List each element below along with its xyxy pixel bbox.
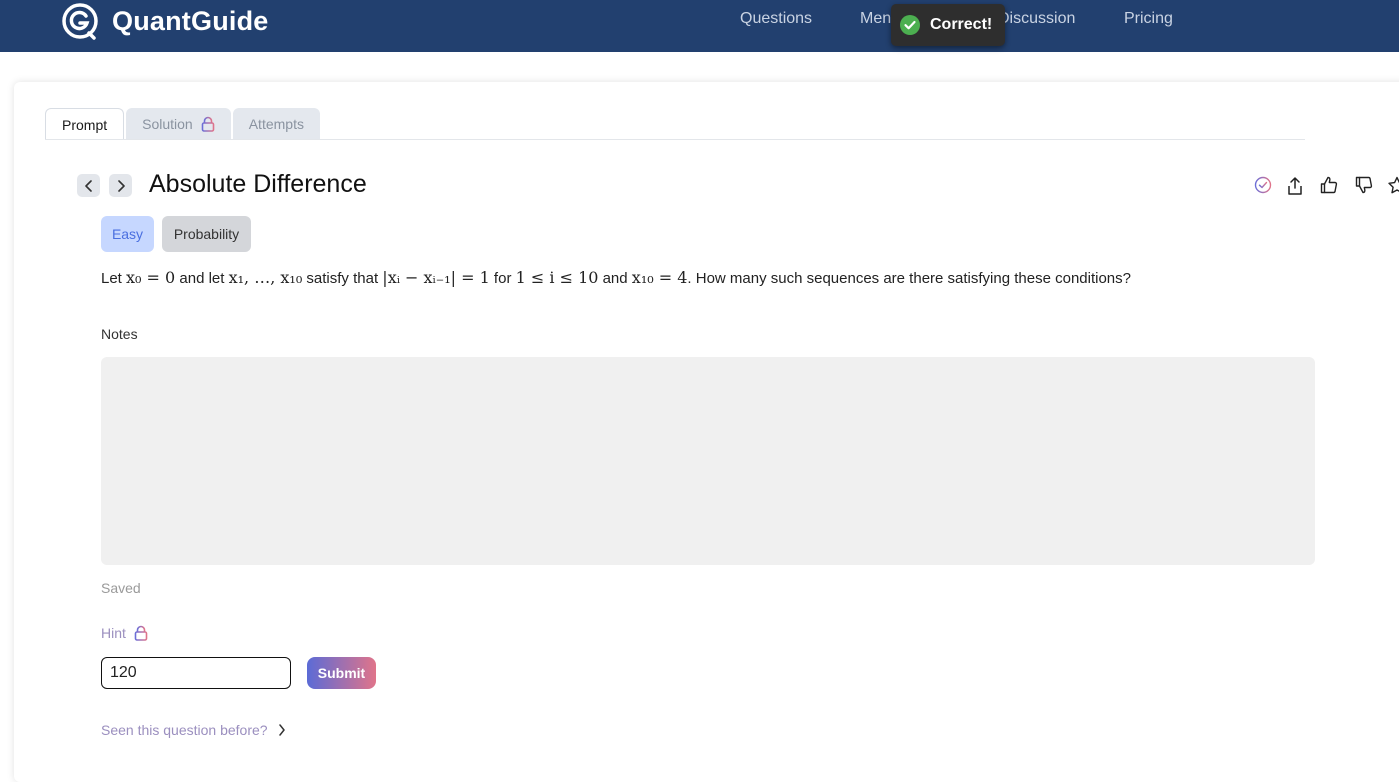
prompt-math: x₀ = 0 <box>126 268 176 287</box>
toast-message: Correct! <box>930 16 993 33</box>
share-icon[interactable] <box>1286 176 1304 196</box>
seen-question-label: Seen this question before? <box>101 722 268 738</box>
chevron-right-icon <box>278 724 285 736</box>
prompt-text: and let <box>175 270 229 287</box>
brand-logo[interactable]: QuantGuide <box>61 2 269 40</box>
topic-badge[interactable]: Probability <box>162 216 251 252</box>
question-prompt: Let x₀ = 0 and let x₁, …, x₁₀ satisfy th… <box>101 268 1131 287</box>
star-icon[interactable] <box>1388 176 1399 194</box>
brand-name: QuantGuide <box>112 5 269 36</box>
difficulty-badge[interactable]: Easy <box>101 216 154 252</box>
correct-toast: Correct! <box>891 4 1005 46</box>
prompt-text: satisfy that <box>302 270 383 287</box>
tab-prompt[interactable]: Prompt <box>45 108 125 140</box>
prompt-math: 1 ≤ i ≤ 10 <box>515 268 599 287</box>
prompt-text: and <box>598 270 632 287</box>
hint-toggle[interactable]: Hint <box>101 625 148 641</box>
quantguide-logo-icon <box>62 3 98 40</box>
seen-question-link[interactable]: Seen this question before? <box>101 722 286 738</box>
tab-solution[interactable]: Solution <box>126 108 231 140</box>
notes-saved-status: Saved <box>101 580 141 596</box>
question-title: Absolute Difference <box>149 170 367 198</box>
prompt-math: x₁, …, x₁₀ <box>228 268 303 287</box>
check-circle-icon <box>900 15 920 35</box>
thumbs-up-icon[interactable] <box>1320 176 1338 194</box>
submit-button[interactable]: Submit <box>307 657 376 689</box>
prompt-math: x₁₀ = 4 <box>631 268 688 287</box>
prompt-text: . How many such sequences are there sati… <box>687 270 1131 287</box>
nav-questions[interactable]: Questions <box>740 10 812 28</box>
question-tabs: Prompt Solution Attempts <box>45 108 322 140</box>
solved-check-icon[interactable] <box>1254 176 1272 194</box>
nav-discussion[interactable]: Discussion <box>998 10 1075 28</box>
top-nav-bar: QuantGuide Questions Men Discussion Pric… <box>0 0 1399 52</box>
previous-question-button[interactable] <box>77 174 100 197</box>
thumbs-down-icon[interactable] <box>1355 176 1373 194</box>
tab-divider <box>45 139 1305 140</box>
lock-icon <box>201 116 215 132</box>
prompt-math: |xᵢ − xᵢ₋₁| = 1 <box>382 268 490 287</box>
tab-attempts-label: Attempts <box>248 116 304 132</box>
notes-textarea[interactable] <box>101 357 1315 565</box>
prompt-text: for <box>489 270 516 287</box>
nav-pricing[interactable]: Pricing <box>1124 10 1173 28</box>
answer-input[interactable] <box>101 657 291 689</box>
nav-menu[interactable]: Men <box>860 10 891 28</box>
chevron-right-icon <box>117 179 125 192</box>
chevron-left-icon <box>84 179 92 192</box>
prompt-text: Let <box>101 270 127 287</box>
notes-label: Notes <box>101 326 138 342</box>
tab-prompt-label: Prompt <box>62 116 108 133</box>
next-question-button[interactable] <box>109 174 132 197</box>
tab-attempts[interactable]: Attempts <box>232 108 320 140</box>
lock-icon <box>134 625 148 641</box>
tab-solution-label: Solution <box>142 116 193 132</box>
hint-label: Hint <box>101 625 126 641</box>
